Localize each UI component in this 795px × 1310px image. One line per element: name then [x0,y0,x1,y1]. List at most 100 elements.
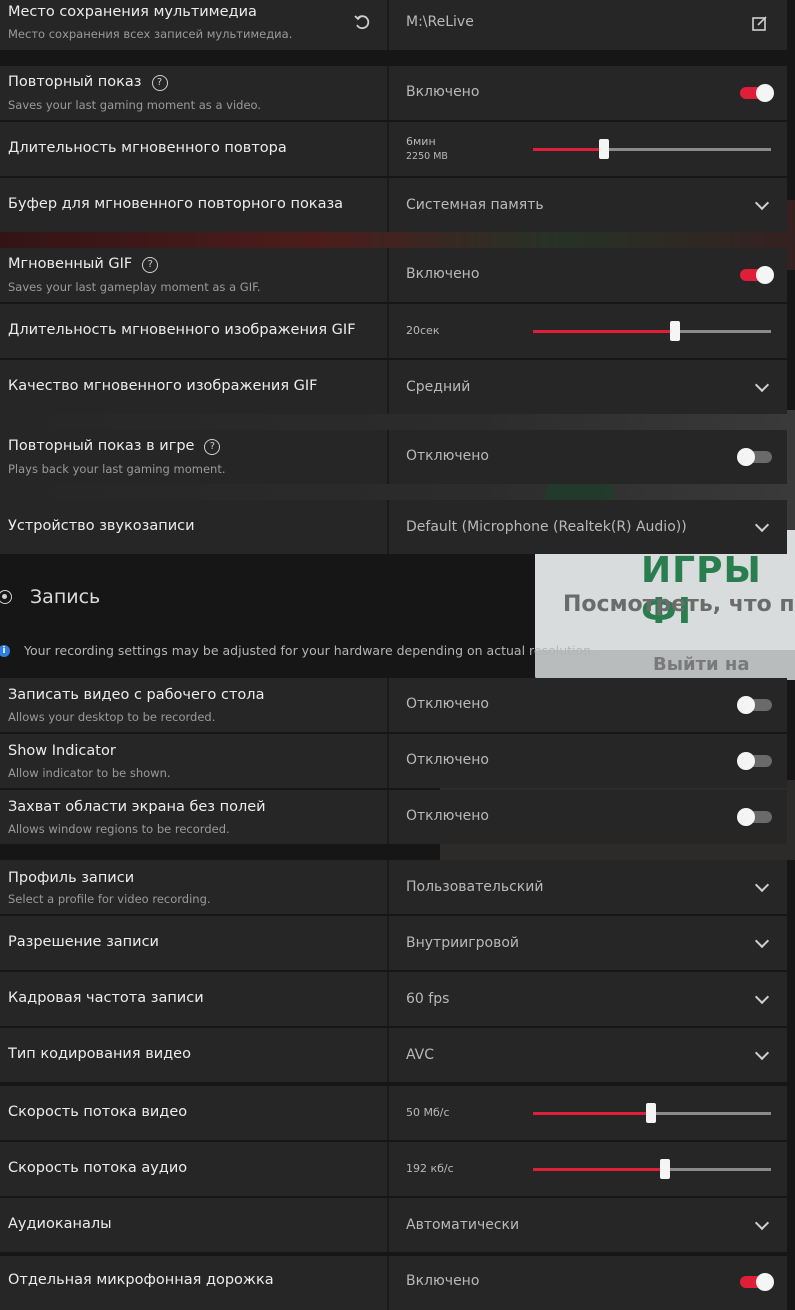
toggle-state-label: Включено [406,84,480,100]
info-banner: i Your recording settings may be adjuste… [0,642,795,660]
setting-title: Скорость потока аудио [8,1160,188,1176]
record-profile-dropdown[interactable]: Пользовательский [389,860,787,914]
video-bitrate-slider[interactable] [533,1103,771,1123]
chevron-down-icon [754,877,770,893]
undo-icon[interactable] [352,12,372,32]
setting-replay-buffer: Буфер для мгновенного повторного показа … [0,178,787,232]
dropdown-value: Пользовательский [406,879,544,895]
video-encoding-dropdown[interactable]: AVC [389,1028,787,1082]
dropdown-value: AVC [406,1047,435,1063]
record-icon [0,590,12,604]
setting-title: Повторный показ [8,74,142,90]
setting-title: Буфер для мгновенного повторного показа [8,196,344,212]
setting-gif-quality: Качество мгновенного изображения GIF Сре… [0,360,787,414]
chevron-down-icon [754,1045,770,1061]
chevron-down-icon [754,1215,770,1231]
setting-title: Качество мгновенного изображения GIF [8,378,318,394]
setting-media-location: Место сохранения мультимедиа Место сохра… [0,0,787,50]
setting-subtitle: Allows window regions to be recorded. [8,822,230,836]
setting-subtitle: Saves your last gameplay moment as a GIF… [8,280,261,294]
folder-edit-icon[interactable] [751,14,769,32]
media-location-value: M:\ReLive [406,14,474,30]
toggle-state-label: Отключено [406,448,489,464]
chevron-down-icon [754,517,770,533]
setting-audio-device: Устройство звукозаписи Default (Micropho… [0,500,787,554]
setting-record-resolution: Разрешение записи Внутриигровой [0,916,787,970]
setting-subtitle: Saves your last gaming moment as a video… [8,98,262,112]
setting-subtitle: Select a profile for video recording. [8,892,211,906]
setting-record-profile: Профиль записи Select a profile for vide… [0,860,787,914]
dropdown-value: Системная память [406,197,544,213]
audio-bitrate-slider[interactable] [533,1159,771,1179]
slider-thumb[interactable] [599,139,610,159]
banner-subtitle: Посмотреть, что про [563,592,795,617]
instant-replay-toggle[interactable] [740,84,774,102]
replay-duration-slider[interactable] [533,139,771,159]
slider-size: 2250 MB [406,151,448,162]
gif-duration-slider[interactable] [533,321,771,341]
setting-video-bitrate: Скорость потока видео 50 Мб/с [0,1086,787,1140]
setting-audio-channels: Аудиоканалы Автоматически [0,1198,787,1252]
setting-title: Профиль записи [8,870,135,886]
toggle-state-label: Отключено [406,696,489,712]
toggle-state-label: Включено [406,1273,480,1289]
slider-value: 6мин [406,135,436,148]
audio-device-dropdown[interactable]: Default (Microphone (Realtek(R) Audio)) [389,500,787,554]
help-icon[interactable]: ? [142,257,159,273]
chevron-down-icon [754,989,770,1005]
slider-value: 192 кб/с [406,1162,454,1175]
record-fps-dropdown[interactable]: 60 fps [389,972,787,1026]
instant-gif-toggle[interactable] [740,266,774,284]
ingame-replay-toggle[interactable] [737,448,772,466]
dropdown-value: Default (Microphone (Realtek(R) Audio)) [406,519,687,535]
setting-audio-bitrate: Скорость потока аудио 192 кб/с [0,1142,787,1196]
toggle-state-label: Отключено [406,752,489,768]
toggle-state-label: Отключено [406,808,489,824]
help-icon[interactable]: ? [204,439,221,455]
slider-thumb[interactable] [660,1159,671,1179]
gif-quality-dropdown[interactable]: Средний [389,360,787,414]
setting-title: Скорость потока видео [8,1104,188,1120]
setting-gif-duration: Длительность мгновенного изображения GIF… [0,304,787,358]
info-text: Your recording settings may be adjusted … [24,643,596,658]
setting-borderless-region: Захват области экрана без полей Allows w… [0,790,787,844]
chevron-down-icon [754,377,770,393]
setting-title: Место сохранения мультимедиа [8,4,257,20]
setting-replay-duration: Длительность мгновенного повтора 6мин 22… [0,122,787,176]
dropdown-value: 60 fps [406,991,450,1007]
setting-subtitle: Plays back your last gaming moment. [8,462,226,476]
setting-record-fps: Кадровая частота записи 60 fps [0,972,787,1026]
dropdown-value: Средний [406,379,471,395]
setting-title: Отдельная микрофонная дорожка [8,1272,274,1288]
setting-title: Длительность мгновенного изображения GIF [8,322,356,338]
setting-separate-mic: Отдельная микрофонная дорожка Включено [0,1256,787,1310]
setting-title: Длительность мгновенного повтора [8,140,287,156]
audio-channels-dropdown[interactable]: Автоматически [389,1198,787,1252]
setting-video-encoding: Тип кодирования видео AVC [0,1028,787,1082]
info-icon: i [0,645,10,657]
slider-thumb[interactable] [669,321,680,341]
setting-subtitle: Место сохранения всех записей мультимеди… [8,27,293,41]
setting-title: Захват области экрана без полей [8,799,266,815]
setting-title: Разрешение записи [8,934,159,950]
setting-title: Show Indicator [8,743,116,759]
setting-title: Повторный показ в игре [8,438,195,454]
toggle-state-label: Включено [406,266,480,282]
dropdown-value: Внутриигровой [406,935,520,951]
setting-instant-gif: Мгновенный GIF? Saves your last gameplay… [0,248,787,302]
setting-title: Аудиоканалы [8,1216,112,1232]
setting-title: Кадровая частота записи [8,990,204,1006]
help-icon[interactable]: ? [151,75,168,91]
chevron-down-icon [754,195,770,211]
separate-mic-toggle[interactable] [740,1273,774,1291]
show-indicator-toggle[interactable] [737,752,772,770]
section-header-recording: Запись [0,586,300,610]
setting-instant-replay: Повторный показ? Saves your last gaming … [0,66,787,120]
record-desktop-toggle[interactable] [737,696,772,714]
banner-title: ИГРЫ ФІ [641,550,762,632]
replay-buffer-dropdown[interactable]: Системная память [389,178,787,232]
slider-thumb[interactable] [645,1103,656,1123]
setting-title: Устройство звукозаписи [8,518,195,534]
borderless-region-toggle[interactable] [737,808,772,826]
record-resolution-dropdown[interactable]: Внутриигровой [389,916,787,970]
